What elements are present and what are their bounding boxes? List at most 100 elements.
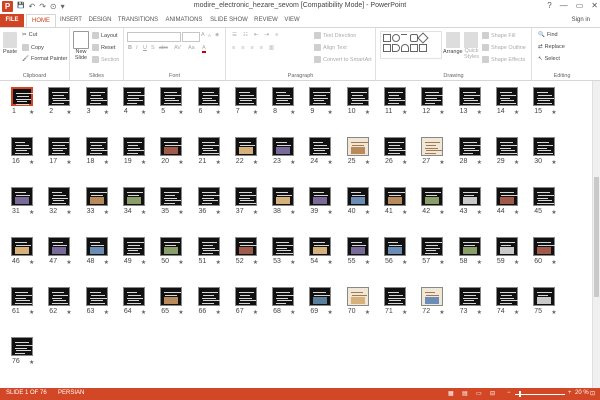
slide-thumbnail[interactable] [160,287,183,306]
transition-star-icon[interactable]: ★ [178,159,183,166]
slide-thumbnail[interactable] [384,187,406,206]
italic-button[interactable]: I [136,45,138,51]
transition-star-icon[interactable]: ★ [402,209,407,216]
slide-thumbnail[interactable] [421,137,444,156]
slide-thumbnail[interactable] [48,287,71,306]
reset-button[interactable]: Reset [92,44,115,51]
slide-thumbnail[interactable] [197,87,220,106]
slide-thumbnail[interactable] [309,287,332,306]
slide-thumbnail[interactable] [160,237,183,256]
slide-thumbnail[interactable] [160,187,183,206]
align-buttons[interactable]: ≡ ≡ ≡ ≡ ▥ [232,45,274,51]
slide-thumbnail[interactable] [197,137,220,156]
transition-star-icon[interactable]: ★ [551,309,556,316]
transition-star-icon[interactable]: ★ [178,109,183,116]
transition-star-icon[interactable]: ★ [402,259,407,266]
transition-star-icon[interactable]: ★ [66,209,71,216]
transition-star-icon[interactable]: ★ [365,209,370,216]
transition-star-icon[interactable]: ★ [216,259,221,266]
format-painter-button[interactable]: 🖌 Format Painter [22,56,67,62]
scrollbar-thumb[interactable] [594,177,599,297]
list-buttons[interactable]: ☰ ☷ ⇤ ⇥ ≡ [232,32,278,38]
slide-thumbnail[interactable] [421,237,444,256]
fit-to-window-icon[interactable]: ⊡ [590,390,595,397]
transition-star-icon[interactable]: ★ [216,159,221,166]
transition-star-icon[interactable]: ★ [216,209,221,216]
slide-thumbnail[interactable] [11,187,33,206]
slide-thumbnail[interactable] [85,137,108,156]
slide-thumbnail[interactable] [272,87,295,106]
font-color-button[interactable]: A [202,45,206,53]
transition-star-icon[interactable]: ★ [327,309,332,316]
transition-star-icon[interactable]: ★ [290,259,295,266]
tab-insert[interactable]: INSERT [58,14,84,27]
transition-star-icon[interactable]: ★ [477,209,482,216]
slide-thumbnail[interactable] [85,87,108,106]
shrink-font-button[interactable]: A [208,33,211,38]
transition-star-icon[interactable]: ★ [290,159,295,166]
slide-thumbnail[interactable] [48,237,71,256]
select-button[interactable]: ↖ Select [538,56,560,62]
slide-thumbnail[interactable] [384,87,406,106]
slide-thumbnail[interactable] [495,87,518,106]
slide-thumbnail[interactable] [533,287,556,306]
slide-thumbnail[interactable] [11,137,33,156]
text-direction-button[interactable]: Text Direction [314,32,356,39]
slide-thumbnail[interactable] [533,237,556,256]
arrange-button[interactable]: Arrange [443,32,463,55]
transition-star-icon[interactable]: ★ [365,109,370,116]
transition-star-icon[interactable]: ★ [402,309,407,316]
transition-star-icon[interactable]: ★ [439,259,444,266]
paste-button[interactable]: Paste [3,32,17,55]
slide-thumbnail[interactable] [346,87,369,106]
slide-sorter-view-icon[interactable]: ▤ [462,390,468,397]
slide-thumbnail[interactable] [122,87,145,106]
transition-star-icon[interactable]: ★ [66,109,71,116]
slide-thumbnail[interactable] [11,337,33,356]
slide-thumbnail[interactable] [272,187,295,206]
close-button[interactable]: ✕ [591,1,598,10]
font-size-input[interactable] [182,32,200,42]
transition-star-icon[interactable]: ★ [141,109,146,116]
transition-star-icon[interactable]: ★ [290,109,295,116]
slide-thumbnail[interactable] [272,237,295,256]
transition-star-icon[interactable]: ★ [365,309,370,316]
slide-thumbnail[interactable] [234,187,257,206]
slide-thumbnail[interactable] [458,137,481,156]
slide-thumbnail[interactable] [421,87,444,106]
slide-thumbnail[interactable] [272,287,295,306]
cut-button[interactable]: ✂ Cut [22,32,37,38]
zoom-out-button[interactable]: − [507,390,511,396]
transition-star-icon[interactable]: ★ [29,159,34,166]
convert-smartart-button[interactable]: Convert to SmartArt [314,56,372,63]
slide-thumbnail[interactable] [533,87,556,106]
slide-thumbnail[interactable] [11,87,33,106]
tab-design[interactable]: DESIGN [86,14,114,27]
section-button[interactable]: Section [92,56,119,63]
slide-thumbnail[interactable] [48,137,71,156]
tab-file[interactable]: FILE [0,14,24,27]
transition-star-icon[interactable]: ★ [290,309,295,316]
tab-slide-show[interactable]: SLIDE SHOW [208,14,250,27]
slide-thumbnail[interactable] [11,237,33,256]
transition-star-icon[interactable]: ★ [66,259,71,266]
transition-star-icon[interactable]: ★ [141,159,146,166]
find-button[interactable]: 🔍 Find [538,32,558,38]
transition-star-icon[interactable]: ★ [253,159,258,166]
zoom-level[interactable]: 20 % [575,390,589,396]
slide-thumbnail[interactable] [234,237,257,256]
grow-font-button[interactable]: A [201,32,205,38]
bold-button[interactable]: B [128,45,132,51]
char-spacing-button[interactable]: AV [174,45,181,51]
transition-star-icon[interactable]: ★ [439,209,444,216]
slide-thumbnail[interactable] [533,187,556,206]
tab-transitions[interactable]: TRANSITIONS [116,14,160,27]
slide-thumbnail[interactable] [272,137,295,156]
slide-thumbnail[interactable] [421,187,444,206]
new-slide-button[interactable]: New Slide [73,31,89,61]
slide-thumbnail[interactable] [309,187,332,206]
tab-view[interactable]: VIEW [282,14,302,27]
language-indicator[interactable]: PERSIAN [58,390,84,396]
transition-star-icon[interactable]: ★ [551,159,556,166]
transition-star-icon[interactable]: ★ [178,259,183,266]
